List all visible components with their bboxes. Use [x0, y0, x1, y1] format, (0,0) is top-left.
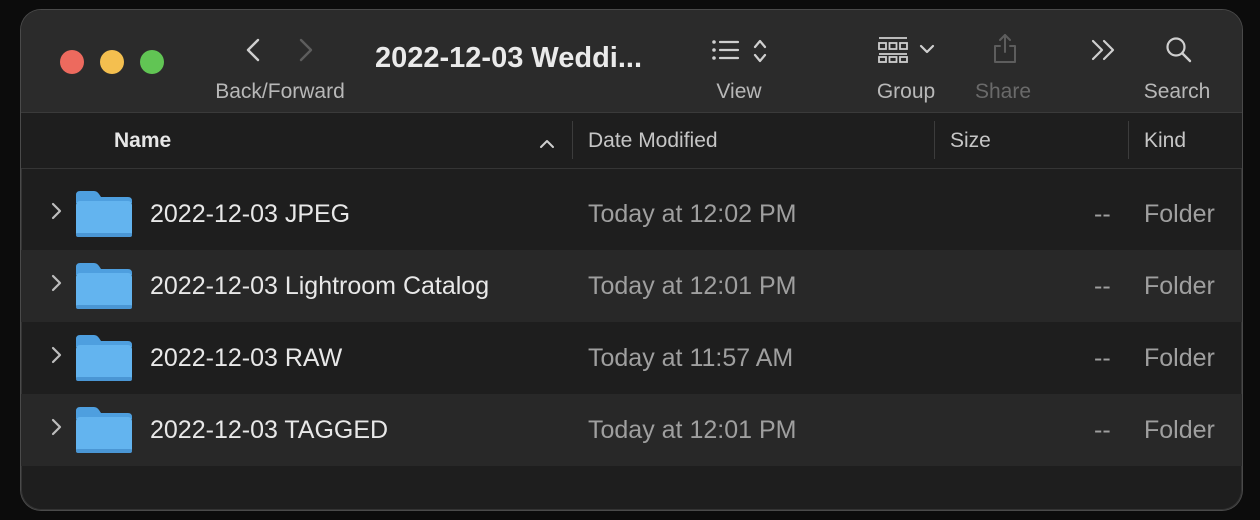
file-size: -- — [1094, 344, 1111, 372]
file-name: 2022-12-03 RAW — [150, 344, 343, 372]
file-size: -- — [1094, 272, 1111, 300]
list-view-icon[interactable] — [711, 38, 741, 62]
file-size: -- — [1094, 416, 1111, 444]
folder-icon — [76, 335, 132, 381]
back-forward-label: Back/Forward — [215, 80, 345, 103]
view-label: View — [716, 80, 762, 103]
file-kind: Folder — [1144, 344, 1215, 372]
close-button[interactable] — [60, 50, 84, 74]
folder-icon — [76, 263, 132, 309]
file-name: 2022-12-03 JPEG — [150, 200, 351, 228]
column-name-header[interactable]: Name — [114, 129, 171, 153]
file-date: Today at 11:57 AM — [588, 344, 794, 372]
sort-ascending-icon[interactable] — [539, 139, 555, 149]
column-header: Name Date Modified Size Kind — [21, 112, 1242, 169]
disclosure-chevron-icon[interactable] — [49, 201, 63, 221]
search-icon[interactable] — [1165, 36, 1193, 64]
share-label: Share — [974, 80, 1032, 103]
column-size-header[interactable]: Size — [950, 129, 991, 153]
disclosure-chevron-icon[interactable] — [49, 345, 63, 365]
file-date: Today at 12:01 PM — [588, 416, 797, 444]
chevron-down-icon[interactable] — [919, 43, 935, 55]
zoom-button[interactable] — [140, 50, 164, 74]
minimize-button[interactable] — [100, 50, 124, 74]
file-kind: Folder — [1144, 416, 1215, 444]
disclosure-chevron-icon[interactable] — [49, 417, 63, 437]
file-list: 2022-12-03 JPEG Today at 12:02 PM -- Fol… — [21, 178, 1242, 466]
share-icon[interactable] — [992, 32, 1018, 64]
folder-icon — [76, 191, 132, 237]
group-icon[interactable] — [877, 36, 909, 64]
group-label: Group — [876, 80, 936, 103]
window-title: 2022-12-03 Weddi... — [375, 42, 643, 74]
file-name: 2022-12-03 TAGGED — [150, 416, 389, 444]
view-options-chevron-icon[interactable] — [752, 37, 768, 65]
column-divider[interactable] — [1128, 121, 1129, 159]
column-kind-header[interactable]: Kind — [1144, 129, 1186, 153]
more-chevrons-icon[interactable] — [1090, 39, 1118, 61]
column-divider[interactable] — [572, 121, 573, 159]
folder-icon — [76, 407, 132, 453]
table-row[interactable]: 2022-12-03 Lightroom Catalog Today at 12… — [21, 250, 1242, 322]
disclosure-chevron-icon[interactable] — [49, 273, 63, 293]
back-chevron-icon[interactable] — [243, 37, 263, 63]
file-date: Today at 12:02 PM — [588, 200, 797, 228]
table-row[interactable]: 2022-12-03 TAGGED Today at 12:01 PM -- F… — [21, 394, 1242, 466]
column-date-header[interactable]: Date Modified — [588, 129, 718, 153]
file-date: Today at 12:01 PM — [588, 272, 797, 300]
toolbar: Back/Forward 2022-12-03 Weddi... View Gr… — [21, 10, 1242, 112]
search-label: Search — [1143, 80, 1211, 103]
file-name: 2022-12-03 Lightroom Catalog — [150, 272, 490, 300]
file-size: -- — [1094, 200, 1111, 228]
column-divider[interactable] — [934, 121, 935, 159]
table-row[interactable]: 2022-12-03 JPEG Today at 12:02 PM -- Fol… — [21, 178, 1242, 250]
finder-window: Back/Forward 2022-12-03 Weddi... View Gr… — [21, 10, 1242, 510]
table-row[interactable]: 2022-12-03 RAW Today at 11:57 AM -- Fold… — [21, 322, 1242, 394]
file-kind: Folder — [1144, 272, 1215, 300]
file-kind: Folder — [1144, 200, 1215, 228]
forward-chevron-icon[interactable] — [296, 37, 316, 63]
